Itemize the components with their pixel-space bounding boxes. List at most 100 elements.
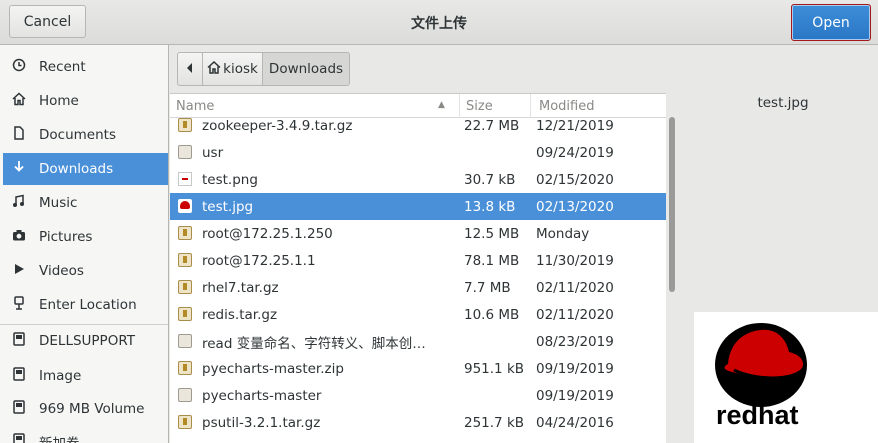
- sidebar-item-label: Enter Location: [39, 297, 137, 313]
- preview-filename: test.jpg: [757, 95, 809, 111]
- archive-icon: [178, 415, 192, 429]
- file-row[interactable]: read 变量命名、字符转义、脚本创… 08/23/2019: [170, 328, 666, 355]
- location-icon: [3, 296, 31, 314]
- sidebar-item-label: Recent: [39, 59, 86, 75]
- file-modified: 09/24/2019: [536, 144, 614, 161]
- file-row[interactable]: test.jpg 13.8 kB 02/13/2020: [170, 193, 666, 220]
- file-modified: 02/15/2020: [536, 171, 614, 188]
- file-modified: 02/13/2020: [536, 198, 614, 215]
- file-size: 22.7 MB: [464, 117, 520, 134]
- header-bar: Cancel 文件上传 Open: [0, 0, 878, 45]
- file-row[interactable]: zookeeper-3.4.9.tar.gz 22.7 MB 12/21/2019: [170, 112, 666, 139]
- music-icon: [3, 194, 31, 212]
- path-bar: kiosk Downloads: [177, 52, 350, 86]
- home-icon: [3, 92, 31, 110]
- image-file-icon: [178, 172, 192, 186]
- sidebar-item-label: 新加卷: [31, 432, 80, 443]
- sidebar-item-enter-location[interactable]: Enter Location: [3, 289, 168, 321]
- archive-icon: [178, 361, 192, 375]
- sidebar-item-new-volume[interactable]: 新加卷: [3, 426, 168, 443]
- file-list-scrollbar[interactable]: [669, 117, 675, 292]
- file-row[interactable]: test.png 30.7 kB 02/15/2020: [170, 166, 666, 193]
- file-name: redis.tar.gz: [202, 306, 278, 323]
- sidebar-item-dellsupport[interactable]: DELLSUPPORT: [3, 325, 168, 357]
- path-segment-label: Downloads: [268, 61, 344, 77]
- path-back-button[interactable]: [177, 52, 203, 86]
- sidebar-item-recent[interactable]: Recent: [3, 51, 168, 83]
- sidebar-item-videos[interactable]: Videos: [3, 255, 168, 287]
- file-size: 13.8 kB: [464, 198, 516, 215]
- file-name: usr: [202, 144, 224, 161]
- file-name: zookeeper-3.4.9.tar.gz: [202, 117, 353, 134]
- sidebar-item-label: Music: [39, 195, 78, 211]
- sidebar-item-pictures[interactable]: Pictures: [3, 221, 168, 253]
- preview-pane: test.jpg redhat: [678, 93, 878, 443]
- folder-icon: [178, 145, 192, 159]
- path-segment-label: kiosk: [223, 61, 258, 77]
- drive-icon: [3, 367, 31, 385]
- file-modified: Monday: [536, 225, 590, 242]
- file-row[interactable]: rhel7.tar.gz 7.7 MB 02/11/2020: [170, 274, 666, 301]
- file-modified: 09/19/2019: [536, 360, 614, 377]
- folder-icon: [178, 388, 192, 402]
- camera-icon: [3, 228, 31, 246]
- file-size: 30.7 kB: [464, 171, 516, 188]
- drive-icon: [3, 332, 31, 350]
- file-modified: 04/24/2016: [536, 414, 614, 431]
- path-segment-downloads[interactable]: Downloads: [263, 52, 350, 86]
- sidebar-item-label: Pictures: [39, 229, 93, 245]
- file-row[interactable]: root@172.25.1.250 12.5 MB Monday: [170, 220, 666, 247]
- folder-icon: [178, 334, 192, 348]
- archive-icon: [178, 118, 192, 132]
- archive-icon: [178, 226, 192, 240]
- file-name: root@172.25.1.1: [202, 252, 316, 269]
- redhat-logo: redhat: [715, 323, 807, 430]
- file-list[interactable]: Name ▲ Size Modified zookeeper-3.4.9.tar…: [170, 93, 666, 443]
- path-segment-kiosk[interactable]: kiosk: [203, 52, 263, 86]
- home-icon: [207, 60, 221, 78]
- file-size: 12.5 MB: [464, 225, 520, 242]
- document-icon: [3, 126, 31, 144]
- file-row[interactable]: pyecharts-master 09/19/2019: [170, 382, 666, 409]
- svg-text:redhat: redhat: [716, 400, 799, 430]
- file-modified: 08/23/2019: [536, 333, 614, 350]
- file-size: 951.1 kB: [464, 360, 525, 377]
- file-row[interactable]: usr 09/24/2019: [170, 139, 666, 166]
- archive-icon: [178, 307, 192, 321]
- sidebar-item-label: 969 MB Volume: [39, 401, 145, 417]
- sidebar-item-969mb-volume[interactable]: 969 MB Volume: [3, 393, 168, 425]
- file-name: pyecharts-master.zip: [202, 360, 344, 377]
- file-row[interactable]: redis.tar.gz 10.6 MB 02/11/2020: [170, 301, 666, 328]
- file-name: pyecharts-master: [202, 387, 322, 404]
- places-sidebar: Recent Home Documents Downloads Music Pi…: [0, 45, 169, 443]
- file-modified: 09/19/2019: [536, 387, 614, 404]
- file-row[interactable]: root@172.25.1.1 78.1 MB 11/30/2019: [170, 247, 666, 274]
- sidebar-item-label: Videos: [39, 263, 84, 279]
- sidebar-item-image[interactable]: Image: [3, 360, 168, 392]
- sidebar-item-documents[interactable]: Documents: [3, 119, 168, 151]
- file-name: rhel7.tar.gz: [202, 279, 279, 296]
- dialog-title: 文件上传: [411, 16, 467, 32]
- sort-ascending-icon: ▲: [438, 100, 445, 110]
- drive-icon: [3, 433, 31, 443]
- archive-icon: [178, 253, 192, 267]
- file-name: read 变量命名、字符转义、脚本创…: [202, 335, 426, 352]
- file-row[interactable]: psutil-3.2.1.tar.gz 251.7 kB 04/24/2016: [170, 409, 666, 436]
- image-file-icon: [178, 199, 192, 213]
- archive-icon: [178, 280, 192, 294]
- file-size: 78.1 MB: [464, 252, 520, 269]
- file-modified: 12/21/2019: [536, 117, 614, 134]
- file-modified: 02/11/2020: [536, 279, 614, 296]
- clock-icon: [3, 58, 31, 76]
- file-size: 7.7 MB: [464, 279, 511, 296]
- sidebar-item-music[interactable]: Music: [3, 187, 168, 219]
- file-size: 251.7 kB: [464, 414, 525, 431]
- file-row[interactable]: pyecharts-master.zip 951.1 kB 09/19/2019: [170, 355, 666, 382]
- file-modified: 11/30/2019: [536, 252, 614, 269]
- sidebar-item-downloads[interactable]: Downloads: [3, 153, 168, 185]
- chevron-left-icon: [186, 61, 194, 77]
- file-modified: 02/11/2020: [536, 306, 614, 323]
- open-button[interactable]: Open: [791, 4, 871, 41]
- sidebar-item-home[interactable]: Home: [3, 85, 168, 117]
- sidebar-item-label: DELLSUPPORT: [39, 333, 135, 349]
